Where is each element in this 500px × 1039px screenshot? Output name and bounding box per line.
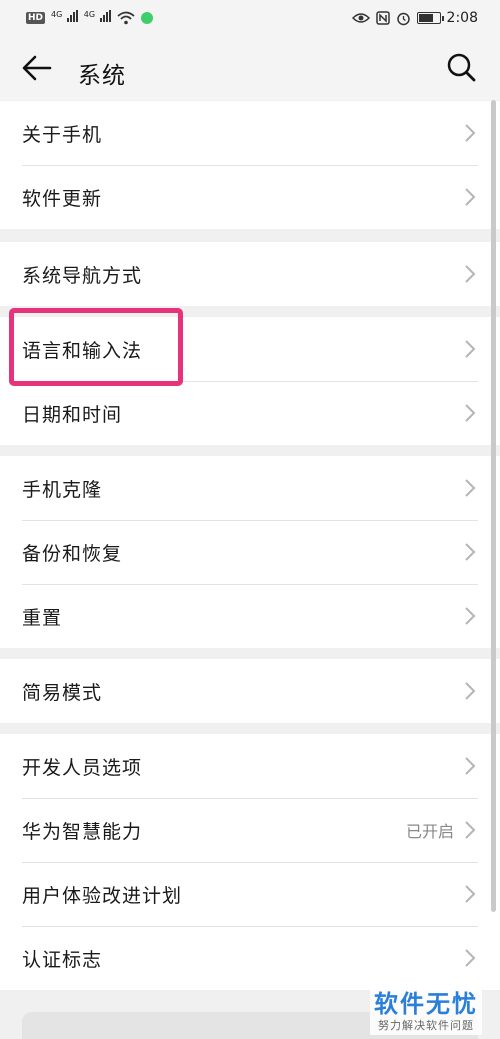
- setting-label: 软件更新: [22, 187, 103, 210]
- chevron-right-icon: [465, 124, 476, 142]
- setting-label: 认证标志: [22, 948, 103, 971]
- setting-label: 简易模式: [22, 681, 103, 704]
- settings-group-1: 关于手机 软件更新: [0, 101, 500, 229]
- setting-label: 开发人员选项: [22, 756, 143, 779]
- app-notification-icon: [140, 12, 153, 24]
- app-header: 系统: [0, 36, 500, 100]
- back-arrow-icon[interactable]: [22, 54, 52, 82]
- setting-label: 系统导航方式: [22, 264, 143, 287]
- nfc-icon: [375, 11, 390, 25]
- setting-row-developer-options[interactable]: 开发人员选项: [0, 734, 500, 798]
- eye-comfort-icon: [351, 13, 370, 23]
- page-title: 系统: [78, 63, 126, 89]
- watermark: 软件无忧 努力解决软件问题: [370, 982, 482, 1035]
- chevron-right-icon: [465, 479, 476, 497]
- signal-icon-2: 4G: [84, 10, 111, 26]
- setting-row-language-input[interactable]: 语言和输入法: [0, 317, 500, 381]
- chevron-right-icon: [465, 543, 476, 561]
- settings-group-4: 手机克隆 备份和恢复 重置: [0, 456, 500, 648]
- network-type-1: 4G: [51, 10, 63, 19]
- chevron-right-icon: [465, 757, 476, 775]
- setting-row-software-update[interactable]: 软件更新: [0, 165, 500, 229]
- setting-status: 已开启: [405, 822, 454, 841]
- setting-row-phone-clone[interactable]: 手机克隆: [0, 456, 500, 520]
- hd-badge: HD: [26, 12, 46, 24]
- settings-group-5: 简易模式: [0, 659, 500, 723]
- search-icon[interactable]: [446, 52, 476, 82]
- setting-label: 日期和时间: [22, 403, 123, 426]
- setting-row-simple-mode[interactable]: 简易模式: [0, 659, 500, 723]
- settings-group-6: 开发人员选项 华为智慧能力 已开启 用户体验改进计划 认证标志: [0, 734, 500, 990]
- setting-label: 关于手机: [22, 123, 103, 146]
- chevron-right-icon: [465, 340, 476, 358]
- watermark-subtitle: 努力解决软件问题: [378, 1019, 474, 1032]
- setting-row-date-time[interactable]: 日期和时间: [0, 381, 500, 445]
- setting-label: 备份和恢复: [22, 542, 123, 565]
- status-right: 2:08: [351, 10, 478, 26]
- chevron-right-icon: [465, 821, 476, 839]
- status-left: HD 4G 4G: [26, 10, 153, 26]
- status-time: 2:08: [446, 10, 478, 26]
- chevron-right-icon: [465, 265, 476, 283]
- setting-row-huawei-ai[interactable]: 华为智慧能力 已开启: [0, 798, 500, 862]
- setting-row-backup-restore[interactable]: 备份和恢复: [0, 520, 500, 584]
- setting-label: 手机克隆: [22, 478, 103, 501]
- watermark-title: 软件无忧: [374, 990, 478, 1018]
- signal-icon-1: 4G: [51, 10, 78, 26]
- chevron-right-icon: [465, 404, 476, 422]
- settings-group-3: 语言和输入法 日期和时间: [0, 317, 500, 445]
- chevron-right-icon: [465, 188, 476, 206]
- alarm-icon: [396, 12, 410, 25]
- network-type-2: 4G: [83, 10, 96, 19]
- setting-label: 用户体验改进计划: [22, 884, 183, 907]
- chevron-right-icon: [465, 885, 476, 903]
- setting-row-reset[interactable]: 重置: [0, 584, 500, 648]
- setting-row-certification[interactable]: 认证标志: [0, 926, 500, 990]
- chevron-right-icon: [465, 607, 476, 625]
- scrollbar[interactable]: [491, 100, 496, 912]
- wifi-icon: [116, 11, 135, 25]
- status-bar: HD 4G 4G 2:08: [0, 0, 500, 36]
- chevron-right-icon: [465, 682, 476, 700]
- setting-row-user-experience[interactable]: 用户体验改进计划: [0, 862, 500, 926]
- setting-label: 华为智慧能力: [22, 820, 143, 843]
- chevron-right-icon: [465, 949, 476, 967]
- setting-label: 重置: [22, 606, 63, 629]
- settings-group-2: 系统导航方式: [0, 242, 500, 306]
- setting-row-system-navigation[interactable]: 系统导航方式: [0, 242, 500, 306]
- setting-label: 语言和输入法: [22, 339, 143, 362]
- setting-row-about-phone[interactable]: 关于手机: [0, 101, 500, 165]
- battery-icon: [416, 12, 444, 24]
